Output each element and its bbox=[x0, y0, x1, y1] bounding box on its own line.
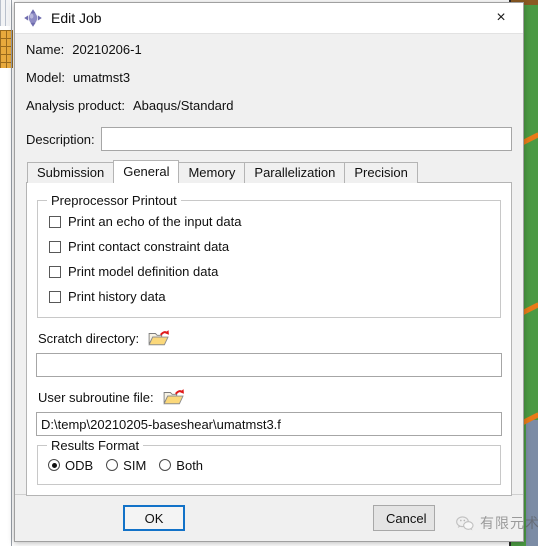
checkbox-print-contact-constraint-box[interactable] bbox=[49, 240, 61, 253]
job-name-row: Name: 20210206-1 bbox=[26, 42, 512, 67]
preprocessor-printout-title: Preprocessor Printout bbox=[47, 193, 181, 208]
open-folder-icon[interactable] bbox=[163, 388, 185, 406]
radio-both-label: Both bbox=[176, 457, 204, 473]
radio-both-dot[interactable] bbox=[159, 459, 172, 471]
job-name-value: 20210206-1 bbox=[72, 42, 142, 57]
radio-odb-label: ODB bbox=[65, 457, 94, 473]
scratch-directory-label: Scratch directory: bbox=[38, 330, 140, 346]
checkbox-print-history-data[interactable]: Print history data bbox=[46, 284, 492, 309]
checkbox-print-model-definition-box[interactable] bbox=[49, 265, 61, 278]
tab-memory[interactable]: Memory bbox=[178, 162, 246, 183]
dialog-title: Edit Job bbox=[51, 10, 102, 26]
radio-sim-label: SIM bbox=[123, 457, 147, 473]
preprocessor-printout-group: Preprocessor Printout Print an echo of t… bbox=[37, 193, 501, 318]
abaqus-diamond-icon bbox=[24, 9, 42, 27]
job-settings-tabs: Submission General Memory Parallelizatio… bbox=[27, 160, 512, 183]
user-subroutine-label: User subroutine file: bbox=[38, 389, 154, 405]
user-subroutine-header: User subroutine file: bbox=[36, 383, 502, 411]
cancel-button[interactable]: Cancel bbox=[373, 505, 435, 531]
checkbox-print-model-definition-label: Print model definition data bbox=[68, 264, 219, 279]
description-row: Description: bbox=[26, 126, 512, 152]
radio-both[interactable]: Both bbox=[159, 458, 203, 473]
model-label: Model: bbox=[26, 70, 66, 85]
checkbox-print-model-definition[interactable]: Print model definition data bbox=[46, 259, 492, 284]
results-format-title: Results Format bbox=[47, 438, 144, 453]
model-value: umatmst3 bbox=[73, 70, 131, 85]
ok-button[interactable]: OK bbox=[123, 505, 185, 531]
checkbox-print-contact-constraint-label: Print contact constraint data bbox=[68, 239, 230, 254]
radio-odb-dot[interactable] bbox=[48, 459, 60, 471]
tab-submission[interactable]: Submission bbox=[27, 162, 115, 183]
general-tab-panel: Preprocessor Printout Print an echo of t… bbox=[26, 182, 512, 496]
analysis-product-row: Analysis product: Abaqus/Standard bbox=[26, 98, 512, 123]
results-format-group: Results Format ODB SIM Both bbox=[37, 438, 501, 485]
checkbox-print-history-data-label: Print history data bbox=[68, 289, 166, 304]
scratch-directory-input[interactable] bbox=[36, 353, 502, 377]
analysis-product-label: Analysis product: bbox=[26, 98, 125, 113]
checkbox-print-echo-input-box[interactable] bbox=[49, 215, 61, 228]
job-name-label: Name: bbox=[26, 42, 65, 57]
close-icon[interactable]: × bbox=[479, 3, 523, 34]
open-folder-icon[interactable] bbox=[148, 329, 170, 347]
description-label: Description: bbox=[26, 131, 95, 147]
checkbox-print-echo-input[interactable]: Print an echo of the input data bbox=[46, 209, 492, 234]
dialog-titlebar: Edit Job × bbox=[15, 3, 523, 34]
radio-odb[interactable]: ODB bbox=[48, 458, 93, 473]
wechat-icon bbox=[456, 516, 474, 531]
radio-sim[interactable]: SIM bbox=[106, 458, 146, 473]
tab-parallelization[interactable]: Parallelization bbox=[244, 162, 346, 183]
dialog-body: Name: 20210206-1 Model: umatmst3 Analysi… bbox=[15, 34, 523, 496]
radio-sim-dot[interactable] bbox=[106, 459, 119, 471]
description-input[interactable] bbox=[100, 127, 512, 151]
tab-precision[interactable]: Precision bbox=[344, 162, 418, 183]
viewport-shaded-region bbox=[526, 420, 538, 546]
edit-job-dialog: Edit Job × Name: 20210206-1 Model: umatm… bbox=[14, 2, 538, 542]
background-mesh-fragment-light bbox=[0, 0, 10, 26]
results-format-options: ODB SIM Both bbox=[46, 454, 492, 476]
background-panel-divider bbox=[11, 0, 12, 546]
scratch-directory-header: Scratch directory: bbox=[36, 324, 502, 352]
checkbox-print-contact-constraint[interactable]: Print contact constraint data bbox=[46, 234, 492, 259]
checkbox-print-echo-input-label: Print an echo of the input data bbox=[68, 214, 242, 229]
analysis-product-value: Abaqus/Standard bbox=[133, 98, 234, 113]
tab-general[interactable]: General bbox=[113, 160, 180, 183]
dialog-footer: OK Cancel 有限元术 bbox=[15, 494, 538, 541]
user-subroutine-input[interactable] bbox=[36, 412, 502, 436]
checkbox-print-history-data-box[interactable] bbox=[49, 290, 61, 303]
model-row: Model: umatmst3 bbox=[26, 70, 512, 95]
